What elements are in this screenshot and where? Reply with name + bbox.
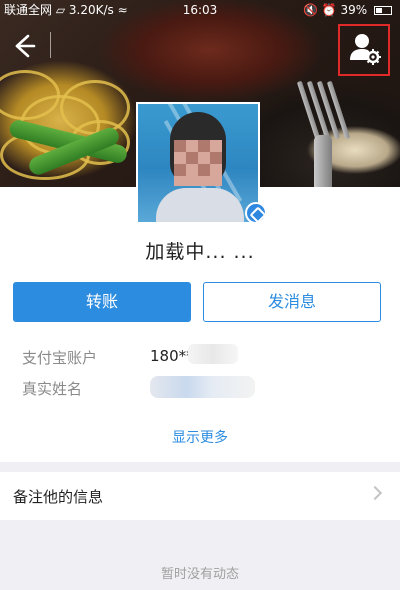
avatar[interactable] — [136, 102, 260, 224]
remark-info-row[interactable]: 备注他的信息 — [0, 472, 400, 520]
realname-label: 真实姓名 — [22, 380, 83, 398]
remark-info-label: 备注他的信息 — [13, 488, 104, 506]
send-message-button[interactable]: 发消息 — [203, 282, 381, 322]
chevron-right-icon — [367, 485, 383, 501]
user-settings-icon — [350, 34, 381, 65]
status-bar: 联通全网 ▱ 3.20K/s ≈ 16:03 🔇 ⏰ 39% — [0, 0, 400, 20]
battery-percent: 39% — [340, 3, 368, 17]
show-more-link[interactable]: 显示更多 — [0, 427, 400, 447]
profile-name: 加载中... ... — [145, 241, 255, 263]
profile-card: 加载中... ... 转账 发消息 支付宝账户 180** 真实姓名 显示更多 — [0, 187, 400, 462]
nav-divider — [50, 32, 51, 58]
battery-icon — [374, 6, 392, 15]
alarm-icon: ⏰ — [321, 3, 337, 17]
empty-feed-text: 暂时没有动态 — [160, 567, 239, 582]
realname-value-blur — [150, 376, 255, 398]
back-button[interactable] — [8, 30, 40, 62]
verified-badge-icon — [245, 202, 267, 224]
mute-icon: 🔇 — [302, 3, 318, 17]
account-label: 支付宝账户 — [22, 349, 98, 367]
avatar-photo — [138, 104, 258, 222]
profile-screen: 联通全网 ▱ 3.20K/s ≈ 16:03 🔇 ⏰ 39% 加载中... ..… — [0, 0, 400, 590]
transfer-button[interactable]: 转账 — [13, 282, 191, 322]
account-value-blur — [188, 344, 238, 364]
back-arrow-icon — [15, 34, 36, 58]
profile-settings-button[interactable] — [338, 24, 390, 76]
fork-decoration — [296, 80, 351, 187]
